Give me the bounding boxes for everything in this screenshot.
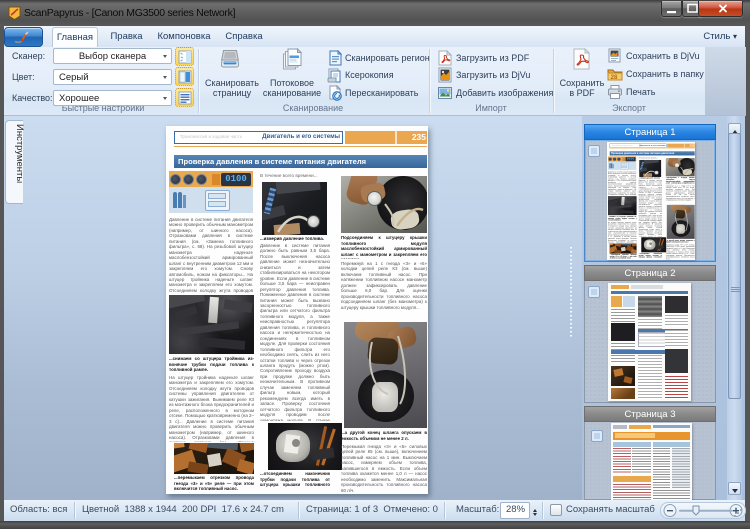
svg-text:28: 28 [611, 75, 618, 81]
